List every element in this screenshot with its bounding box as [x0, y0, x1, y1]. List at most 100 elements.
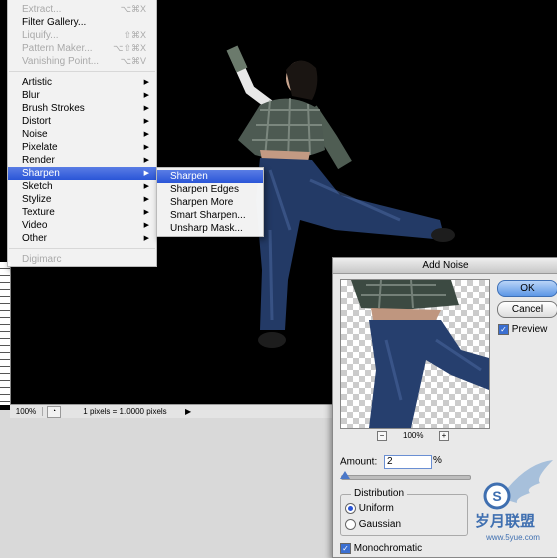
- submenu-arrow-icon: ▶: [143, 170, 149, 177]
- amount-row: Amount: 2 %: [340, 455, 442, 469]
- submenu-arrow-icon: ▶: [143, 222, 149, 229]
- menu-item-label: Digimarc: [22, 254, 62, 265]
- menu-item-label: Extract...: [22, 4, 62, 15]
- submenu-item-label: Sharpen: [170, 171, 208, 182]
- dialog-title: Add Noise: [333, 258, 557, 274]
- submenu-item-unsharp-mask[interactable]: Unsharp Mask...: [157, 222, 263, 235]
- menu-separator: [9, 71, 155, 72]
- amount-label: Amount:: [340, 456, 378, 468]
- submenu-arrow-icon: ▶: [143, 118, 149, 125]
- menu-item-artistic[interactable]: Artistic ▶: [8, 76, 156, 89]
- menu-item-video[interactable]: Video ▶: [8, 219, 156, 232]
- submenu-item-label: Smart Sharpen...: [170, 210, 246, 221]
- menu-item-stylize[interactable]: Stylize ▶: [8, 193, 156, 206]
- svg-text:岁月联盟: 岁月联盟: [475, 512, 535, 530]
- menu-item-label: Render: [22, 155, 55, 166]
- amount-unit: %: [433, 455, 442, 466]
- slider-knob[interactable]: [340, 471, 351, 479]
- monochromatic-checkbox[interactable]: ✓: [340, 543, 351, 554]
- menu-item-vanishing-point: Vanishing Point... ⌥⌘V: [8, 55, 156, 68]
- menu-item-texture[interactable]: Texture ▶: [8, 206, 156, 219]
- ok-button[interactable]: OK: [497, 280, 557, 297]
- menu-item-label: Blur: [22, 90, 40, 101]
- distribution-label: Distribution: [351, 488, 408, 499]
- uniform-radio-dot[interactable]: [345, 503, 356, 514]
- menu-item-label: Brush Strokes: [22, 103, 85, 114]
- menu-item-filter-gallery[interactable]: Filter Gallery...: [8, 16, 156, 29]
- svg-text:www.5yue.com: www.5yue.com: [485, 533, 540, 542]
- vertical-ruler: [0, 262, 11, 405]
- menu-item-label: Pattern Maker...: [22, 43, 93, 54]
- menu-shortcut: ⌥⇧⌘X: [113, 43, 146, 53]
- menu-item-label: Sketch: [22, 181, 53, 192]
- amount-slider[interactable]: [340, 471, 471, 480]
- menu-item-sketch[interactable]: Sketch ▶: [8, 180, 156, 193]
- menu-item-label: Distort: [22, 116, 51, 127]
- menu-item-extract: Extract... ⌥⌘X: [8, 3, 156, 16]
- menu-item-pixelate[interactable]: Pixelate ▶: [8, 141, 156, 154]
- menu-item-label: Vanishing Point...: [22, 56, 100, 67]
- menu-separator: [9, 248, 155, 249]
- zoom-in-button[interactable]: +: [439, 431, 449, 441]
- sharpen-submenu: Sharpen Sharpen Edges Sharpen More Smart Sh…: [156, 167, 264, 237]
- site-watermark-logo: S 岁月联盟 www.5yue.com: [475, 460, 553, 542]
- menu-item-other[interactable]: Other ▶: [8, 232, 156, 245]
- menu-item-digimarc: Digimarc: [8, 253, 156, 266]
- preview-label: Preview: [511, 324, 548, 336]
- menu-item-brush-strokes[interactable]: Brush Strokes ▶: [8, 102, 156, 115]
- menu-item-label: Other: [22, 233, 48, 244]
- preview-checkbox[interactable]: ✓: [498, 324, 509, 335]
- submenu-arrow-icon: ▶: [143, 235, 149, 242]
- menu-item-label: Filter Gallery...: [22, 17, 87, 28]
- submenu-arrow-icon: ▶: [143, 196, 149, 203]
- gaussian-radio-dot[interactable]: [345, 519, 356, 530]
- cancel-button[interactable]: Cancel: [497, 301, 557, 318]
- menu-item-render[interactable]: Render ▶: [8, 154, 156, 167]
- submenu-arrow-icon: ▶: [143, 92, 149, 99]
- status-bar: 100% ◔ 1 pixels = 1.0000 pixels ▶: [10, 404, 332, 418]
- menu-item-label: Artistic: [22, 77, 52, 88]
- menu-item-label: Stylize: [22, 194, 52, 205]
- menu-item-label: Sharpen: [22, 168, 60, 179]
- status-info-icon[interactable]: ◔: [47, 405, 61, 418]
- menu-item-label: Video: [22, 220, 48, 231]
- submenu-item-sharpen-edges[interactable]: Sharpen Edges: [157, 183, 263, 196]
- status-menu-arrow-icon[interactable]: ▶: [185, 407, 195, 416]
- menu-shortcut: ⌥⌘V: [120, 56, 146, 66]
- status-info-text: 1 pixels = 1.0000 pixels: [83, 407, 167, 416]
- submenu-arrow-icon: ▶: [143, 79, 149, 86]
- monochromatic-label: Monochromatic: [353, 543, 423, 555]
- submenu-arrow-icon: ▶: [143, 105, 149, 112]
- submenu-item-label: Sharpen More: [170, 197, 234, 208]
- preview-image: [351, 280, 489, 428]
- menu-shortcut: ⌥⌘X: [120, 4, 146, 14]
- zoom-out-button[interactable]: −: [377, 431, 387, 441]
- menu-item-pattern-maker: Pattern Maker... ⌥⇧⌘X: [8, 42, 156, 55]
- preview-checkbox-row[interactable]: ✓ Preview: [498, 324, 547, 335]
- menu-item-sharpen[interactable]: Sharpen ▶: [8, 167, 156, 180]
- monochromatic-checkbox-row[interactable]: ✓ Monochromatic: [340, 543, 422, 554]
- submenu-item-sharpen-more[interactable]: Sharpen More: [157, 196, 263, 209]
- menu-item-noise[interactable]: Noise ▶: [8, 128, 156, 141]
- menu-item-label: Noise: [22, 129, 48, 140]
- uniform-radio[interactable]: Uniform: [345, 503, 394, 514]
- gaussian-radio[interactable]: Gaussian: [345, 519, 401, 530]
- distribution-group: Distribution Uniform Gaussian: [340, 488, 468, 536]
- uniform-label: Uniform: [358, 503, 394, 515]
- filter-menu: Extract... ⌥⌘X Filter Gallery... Liquify...…: [7, 0, 157, 267]
- menu-item-distort[interactable]: Distort ▶: [8, 115, 156, 128]
- menu-shortcut: ⇧⌘X: [123, 30, 146, 40]
- submenu-arrow-icon: ▶: [143, 131, 149, 138]
- menu-item-label: Texture: [22, 207, 55, 218]
- menu-item-blur[interactable]: Blur ▶: [8, 89, 156, 102]
- submenu-arrow-icon: ▶: [143, 144, 149, 151]
- zoom-level-readout[interactable]: 100%: [10, 407, 43, 416]
- submenu-item-sharpen[interactable]: Sharpen: [157, 170, 263, 183]
- submenu-item-label: Unsharp Mask...: [170, 223, 243, 234]
- submenu-arrow-icon: ▶: [143, 209, 149, 216]
- submenu-arrow-icon: ▶: [143, 183, 149, 190]
- submenu-item-label: Sharpen Edges: [170, 184, 239, 195]
- noise-preview[interactable]: [340, 279, 490, 429]
- amount-input[interactable]: 2: [384, 455, 433, 469]
- submenu-item-smart-sharpen[interactable]: Smart Sharpen...: [157, 209, 263, 222]
